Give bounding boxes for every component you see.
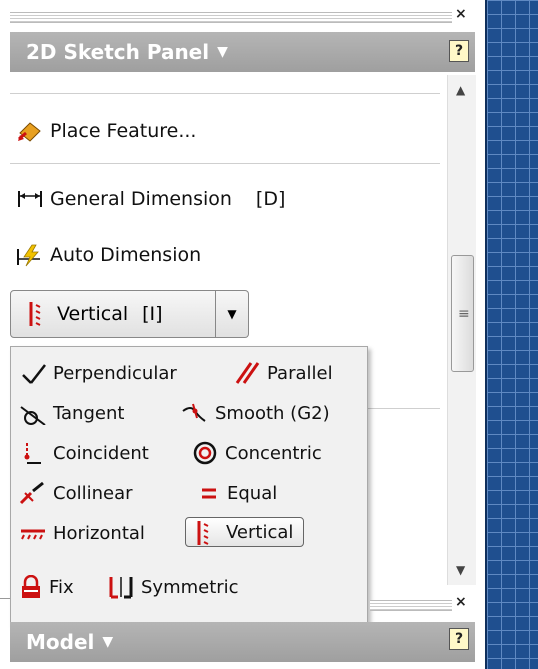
constraint-label: Concentric — [225, 442, 322, 464]
panel-title: 2D Sketch Panel — [26, 40, 210, 64]
constraint-label: Collinear — [53, 482, 133, 504]
constraint-label: Equal — [227, 482, 278, 504]
panel-header[interactable]: 2D Sketch Panel ▼ ? — [10, 32, 475, 72]
constraint-label: Horizontal — [53, 522, 145, 544]
divider — [0, 598, 10, 599]
panel-grip[interactable] — [10, 12, 452, 23]
divider — [10, 163, 440, 164]
constraint-label: Smooth (G2) — [215, 402, 330, 424]
general-dimension-label: General Dimension — [50, 188, 232, 210]
panel-browser: × 2D Sketch Panel ▼ ? Place Feature... G… — [0, 0, 485, 669]
divider — [10, 93, 440, 94]
coincident-icon — [19, 441, 47, 465]
auto-dimension-button[interactable]: Auto Dimension — [16, 243, 201, 267]
auto-dimension-label: Auto Dimension — [50, 244, 202, 266]
panel-scrollbar[interactable]: ▲ ≡ ▼ — [447, 75, 476, 585]
constraint-label: Tangent — [53, 402, 125, 424]
general-dimension-button[interactable]: General Dimension [D] — [16, 187, 285, 211]
panel-grip[interactable] — [370, 600, 452, 611]
general-dimension-icon — [16, 187, 44, 211]
constraint-menu: Perpendicular Parallel Tangent Smooth (G… — [10, 346, 368, 626]
place-feature-button[interactable]: Place Feature... — [16, 119, 196, 143]
chevron-down-icon: ▼ — [217, 44, 228, 60]
vertical-constraint-button[interactable]: Vertical [I] — [10, 290, 216, 338]
horizontal-icon — [19, 521, 47, 545]
constraint-label: Coincident — [53, 442, 149, 464]
chevron-down-icon: ▼ — [102, 634, 114, 650]
vertical-icon — [25, 301, 43, 327]
general-dimension-shortcut: [D] — [255, 188, 286, 210]
smooth-icon — [181, 401, 209, 425]
constraint-perpendicular[interactable]: Perpendicular — [19, 361, 177, 385]
constraint-label: Fix — [49, 576, 74, 598]
drawing-canvas[interactable] — [485, 0, 538, 669]
concentric-icon — [191, 441, 219, 465]
constraint-label: Perpendicular — [53, 362, 177, 384]
constraint-tangent[interactable]: Tangent — [19, 401, 125, 426]
constraint-coincident[interactable]: Coincident — [19, 441, 149, 465]
split-button-shortcut: [I] — [142, 303, 163, 325]
constraint-horizontal[interactable]: Horizontal — [19, 521, 145, 545]
chevron-down-icon: ▼ — [227, 307, 237, 321]
collinear-icon — [19, 481, 47, 505]
constraint-fix[interactable]: Fix — [19, 574, 74, 599]
model-panel-header[interactable]: Model ▼ ? — [10, 622, 475, 662]
scroll-down-icon[interactable]: ▼ — [456, 563, 465, 577]
close-icon[interactable]: × — [455, 594, 467, 610]
constraint-label: Vertical — [226, 521, 294, 543]
constraint-concentric[interactable]: Concentric — [191, 441, 322, 465]
split-button-label: Vertical — [57, 303, 129, 325]
auto-dimension-icon — [16, 243, 44, 267]
constraint-parallel[interactable]: Parallel — [233, 361, 333, 385]
split-dropdown-arrow[interactable]: ▼ — [216, 290, 249, 338]
scroll-up-icon[interactable]: ▲ — [456, 83, 465, 97]
constraint-label: Symmetric — [141, 576, 239, 598]
tangent-icon — [19, 401, 47, 426]
grip-icon: ≡ — [458, 306, 470, 322]
symmetric-icon — [107, 575, 135, 599]
place-feature-label: Place Feature... — [50, 120, 197, 142]
constraint-symmetric[interactable]: Symmetric — [107, 575, 239, 599]
close-icon[interactable]: × — [455, 6, 467, 22]
constraint-vertical[interactable]: Vertical — [185, 517, 305, 547]
constraint-label: Parallel — [267, 362, 333, 384]
vertical-icon — [190, 520, 212, 545]
help-icon[interactable]: ? — [449, 40, 469, 62]
help-icon[interactable]: ? — [449, 628, 469, 650]
equal-icon — [199, 481, 221, 505]
constraint-equal[interactable]: Equal — [199, 481, 277, 505]
constraint-collinear[interactable]: Collinear — [19, 481, 133, 505]
scroll-thumb[interactable]: ≡ — [451, 255, 474, 372]
parallel-icon — [233, 361, 261, 385]
constraint-smooth[interactable]: Smooth (G2) — [181, 401, 330, 425]
place-feature-icon — [16, 119, 44, 143]
fix-icon — [19, 574, 43, 599]
model-panel-title: Model — [26, 630, 95, 654]
perpendicular-icon — [19, 361, 47, 385]
constraint-split-button[interactable]: Vertical [I] ▼ — [10, 290, 249, 338]
